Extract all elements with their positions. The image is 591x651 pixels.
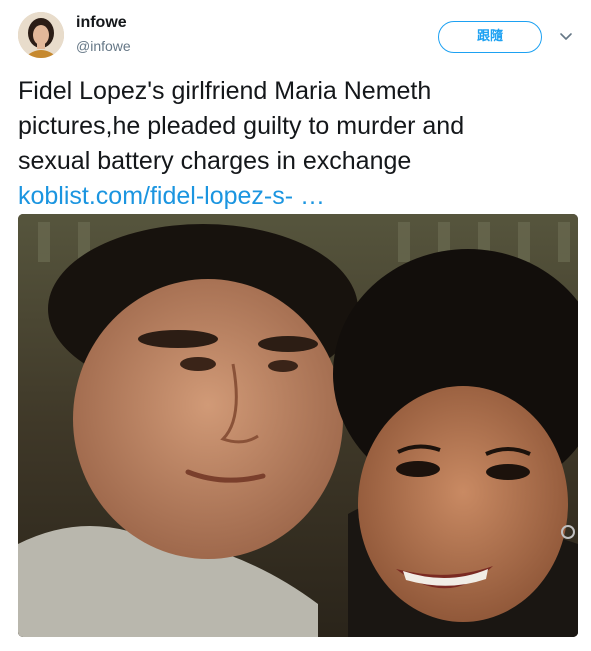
avatar[interactable]	[18, 12, 64, 58]
tweet-text-line: pictures,he pleaded guilty to murder and	[18, 112, 465, 140]
display-name[interactable]: infowe	[76, 14, 127, 32]
user-handle[interactable]: @infowe	[76, 38, 131, 54]
follow-button[interactable]: 跟隨	[438, 21, 542, 53]
tweet-card: infowe @infowe 跟隨 Fidel Lopez's girlfrie…	[0, 0, 591, 651]
tweet-photo[interactable]	[18, 214, 578, 637]
tweet-text: Fidel Lopez's girlfriend Maria Nemeth pi…	[18, 74, 578, 214]
chevron-down-icon[interactable]	[558, 28, 574, 44]
tweet-text-line: Fidel Lopez's girlfriend Maria Nemeth	[18, 77, 432, 105]
tweet-text-line: sexual battery charges in exchange	[18, 147, 412, 175]
tweet-link[interactable]: koblist.com/fidel-lopez-s- …	[18, 182, 325, 210]
